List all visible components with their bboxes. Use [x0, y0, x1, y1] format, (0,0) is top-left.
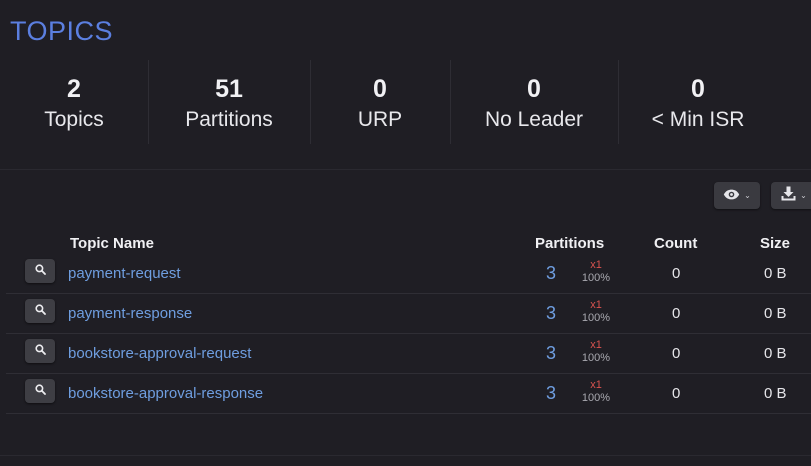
replication-factor: x1	[590, 379, 602, 391]
in-sync-percent: 100%	[581, 392, 611, 404]
partition-count: 3	[546, 343, 557, 363]
replication-factor: x1	[590, 339, 602, 351]
replication-info: x1 100%	[574, 379, 618, 405]
message-count: 0	[672, 265, 681, 282]
eye-icon	[723, 187, 740, 205]
topic-name-link[interactable]: bookstore-approval-response	[68, 385, 263, 402]
stat-value: 0	[527, 75, 541, 103]
chevron-down-icon: ⌄	[800, 191, 807, 200]
column-header-size[interactable]: Size	[760, 235, 790, 252]
stat-partitions: 51 Partitions	[148, 60, 310, 144]
replication-info: x1 100%	[574, 299, 618, 325]
topic-size: 0 B	[764, 385, 787, 402]
partition-count: 3	[546, 303, 557, 323]
replication-factor: x1	[590, 299, 602, 311]
view-messages-button[interactable]	[25, 379, 55, 403]
in-sync-percent: 100%	[581, 352, 611, 364]
stat-value: 0	[691, 75, 705, 103]
replication-factor: x1	[590, 259, 602, 271]
stat-label: No Leader	[484, 108, 584, 131]
download-button[interactable]: ⌄	[771, 182, 811, 209]
topic-size: 0 B	[764, 305, 787, 322]
page-title: TOPICS	[10, 16, 114, 46]
view-messages-button[interactable]	[25, 299, 55, 323]
in-sync-percent: 100%	[581, 312, 611, 324]
stat-label: < Min ISR	[651, 108, 745, 131]
stat-urp: 0 URP	[310, 60, 450, 144]
table-row: payment-request 3 x1 100% 0 0 B	[6, 254, 811, 294]
table-row: bookstore-approval-request 3 x1 100% 0 0…	[6, 334, 811, 374]
view-messages-button[interactable]	[25, 259, 55, 283]
section-divider	[0, 169, 811, 170]
partition-count: 3	[546, 263, 557, 283]
table-header: Topic Name Partitions Count Size	[0, 234, 811, 254]
topic-name-link[interactable]: payment-response	[68, 305, 192, 322]
stat-label: URP	[357, 108, 403, 131]
topic-name-link[interactable]: payment-request	[68, 265, 181, 282]
topic-size: 0 B	[764, 265, 787, 282]
column-visibility-button[interactable]: ⌄	[714, 182, 760, 209]
stat-value: 51	[215, 75, 243, 103]
message-count: 0	[672, 345, 681, 362]
stat-min-isr: 0 < Min ISR	[618, 60, 778, 144]
topics-table: payment-request 3 x1 100% 0 0 B payment-…	[6, 254, 811, 414]
search-icon	[34, 302, 46, 320]
view-messages-button[interactable]	[25, 339, 55, 363]
stat-no-leader: 0 No Leader	[450, 60, 618, 144]
search-icon	[34, 262, 46, 280]
download-icon	[781, 186, 796, 206]
search-icon	[34, 382, 46, 400]
stats-summary: 2 Topics 51 Partitions 0 URP 0 No Leader…	[0, 60, 811, 144]
stat-topics: 2 Topics	[0, 60, 148, 144]
message-count: 0	[672, 305, 681, 322]
partition-count: 3	[546, 383, 557, 403]
footer-divider	[0, 455, 811, 456]
stat-value: 0	[373, 75, 387, 103]
stat-value: 2	[67, 75, 81, 103]
table-row: payment-response 3 x1 100% 0 0 B	[6, 294, 811, 334]
column-header-topic-name[interactable]: Topic Name	[70, 235, 154, 252]
topic-name-link[interactable]: bookstore-approval-request	[68, 345, 251, 362]
table-row: bookstore-approval-response 3 x1 100% 0 …	[6, 374, 811, 414]
stat-label: Partitions	[185, 108, 273, 131]
in-sync-percent: 100%	[581, 272, 611, 284]
replication-info: x1 100%	[574, 339, 618, 365]
message-count: 0	[672, 385, 681, 402]
search-icon	[34, 342, 46, 360]
chevron-down-icon: ⌄	[744, 191, 751, 200]
column-header-count[interactable]: Count	[654, 235, 697, 252]
topic-size: 0 B	[764, 345, 787, 362]
replication-info: x1 100%	[574, 259, 618, 285]
stat-label: Topics	[44, 108, 104, 131]
column-header-partitions[interactable]: Partitions	[535, 235, 604, 252]
